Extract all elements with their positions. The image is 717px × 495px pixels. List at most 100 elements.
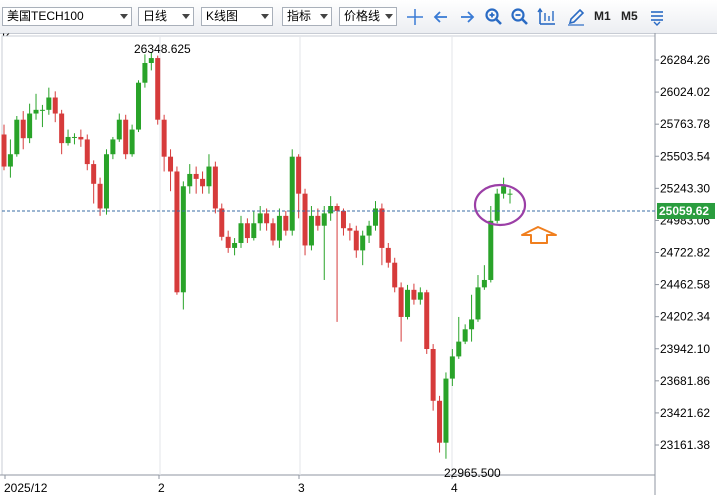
candle-body[interactable] <box>334 205 340 211</box>
candle-body[interactable] <box>219 208 225 237</box>
chevron-down-icon <box>385 14 393 19</box>
candle-body[interactable] <box>283 215 289 231</box>
candle-body[interactable] <box>116 119 122 140</box>
candle-body[interactable] <box>257 213 263 224</box>
zoom-in-icon[interactable] <box>484 7 504 27</box>
candle-body[interactable] <box>481 279 487 288</box>
candle-body[interactable] <box>97 183 103 209</box>
candle-body[interactable] <box>488 220 494 280</box>
candle-body[interactable] <box>200 178 206 187</box>
candle-body[interactable] <box>469 319 475 330</box>
candle-body[interactable] <box>392 262 398 288</box>
candle-body[interactable] <box>366 225 372 236</box>
candle-body[interactable] <box>27 113 33 139</box>
symbol-select[interactable]: 美国TECH100 <box>2 7 132 26</box>
candle-body[interactable] <box>91 164 97 184</box>
candle-body[interactable] <box>456 341 462 357</box>
candle-body[interactable] <box>270 223 276 241</box>
candle-body[interactable] <box>52 97 58 114</box>
candle-body[interactable] <box>360 235 366 251</box>
candle-body[interactable] <box>289 156 295 231</box>
candle-body[interactable] <box>123 119 129 155</box>
y-tick-label: 23942.10 <box>660 342 710 356</box>
candle-body[interactable] <box>174 171 180 293</box>
candle-body[interactable] <box>494 193 500 221</box>
candle-body[interactable] <box>46 97 52 110</box>
candle-body[interactable] <box>302 193 308 246</box>
scroll-left-icon[interactable] <box>431 7 451 27</box>
candle-body[interactable] <box>161 119 167 157</box>
candle-body[interactable] <box>84 139 90 165</box>
candle-body[interactable] <box>475 287 481 320</box>
m1-button[interactable]: M1 <box>594 9 611 23</box>
candle-body[interactable] <box>33 109 39 114</box>
m5-button[interactable]: M5 <box>621 9 638 23</box>
candle-body[interactable] <box>155 58 161 120</box>
candle-body[interactable] <box>71 136 77 138</box>
candle-body[interactable] <box>65 136 71 144</box>
candle-body[interactable] <box>321 213 327 226</box>
candle-body[interactable] <box>398 287 404 317</box>
fit-axis-icon[interactable] <box>537 7 557 27</box>
candle-body[interactable] <box>110 139 116 155</box>
candle-body[interactable] <box>129 129 135 155</box>
candle-body[interactable] <box>1 134 7 167</box>
candle-body[interactable] <box>238 223 244 243</box>
candle-body[interactable] <box>193 173 199 179</box>
price-line-select-value: 价格线 <box>344 9 381 23</box>
candle-body[interactable] <box>437 400 443 443</box>
candle-body[interactable] <box>385 247 391 263</box>
candle-body[interactable] <box>225 236 231 248</box>
candle-body[interactable] <box>232 242 238 248</box>
scroll-right-icon[interactable] <box>457 7 477 27</box>
candle-body[interactable] <box>328 205 334 214</box>
period-select[interactable]: 日线 <box>138 7 194 26</box>
candle-body[interactable] <box>379 208 385 248</box>
candle-body[interactable] <box>340 210 346 229</box>
crosshair-icon[interactable] <box>405 7 425 27</box>
candle-body[interactable] <box>14 119 20 155</box>
candle-body[interactable] <box>103 154 109 209</box>
zoom-out-icon[interactable] <box>510 7 530 27</box>
candle-body[interactable] <box>142 62 148 83</box>
candle-body[interactable] <box>315 215 321 226</box>
candle-body[interactable] <box>7 154 13 167</box>
price-line-select[interactable]: 价格线 <box>339 7 397 26</box>
candle-body[interactable] <box>264 213 270 224</box>
candle-body[interactable] <box>39 109 45 111</box>
candle-body[interactable] <box>417 292 423 300</box>
candle-body[interactable] <box>411 289 417 300</box>
candle-body[interactable] <box>276 215 282 241</box>
candle-body[interactable] <box>405 289 411 317</box>
candle-body[interactable] <box>206 166 212 187</box>
candle-body[interactable] <box>308 215 314 246</box>
indicator-select[interactable]: 指标 <box>282 7 332 26</box>
candle-body[interactable] <box>347 228 353 231</box>
chart-type-select[interactable]: K线图 <box>201 7 273 26</box>
candle-body[interactable] <box>20 119 26 139</box>
candle-body[interactable] <box>430 349 436 401</box>
high-price-label: 26348.625 <box>134 42 191 56</box>
candle-body[interactable] <box>353 230 359 251</box>
candle-body[interactable] <box>501 186 507 194</box>
candlestick-chart[interactable]: 26284.26 26024.02 25763.78 25503.54 25243.30… <box>0 33 717 495</box>
candle-body[interactable] <box>212 166 218 209</box>
candle-body[interactable] <box>443 378 449 443</box>
y-tick-label: 24202.34 <box>660 310 710 324</box>
candle-body[interactable] <box>449 356 455 379</box>
candle-body[interactable] <box>296 156 302 194</box>
candle-body[interactable] <box>187 173 193 187</box>
candle-body[interactable] <box>244 223 250 239</box>
candle-body[interactable] <box>136 82 142 130</box>
candle-body[interactable] <box>424 292 430 350</box>
candle-body[interactable] <box>148 58 154 63</box>
candle-body[interactable] <box>59 113 65 144</box>
candle-body[interactable] <box>78 136 84 140</box>
candle-body[interactable] <box>462 329 468 342</box>
candle-body[interactable] <box>180 186 186 293</box>
menu-icon[interactable] <box>648 7 668 27</box>
draw-pen-icon[interactable] <box>566 7 586 27</box>
candle-body[interactable] <box>168 156 174 172</box>
candle-body[interactable] <box>507 193 513 195</box>
candle-body[interactable] <box>251 223 257 239</box>
